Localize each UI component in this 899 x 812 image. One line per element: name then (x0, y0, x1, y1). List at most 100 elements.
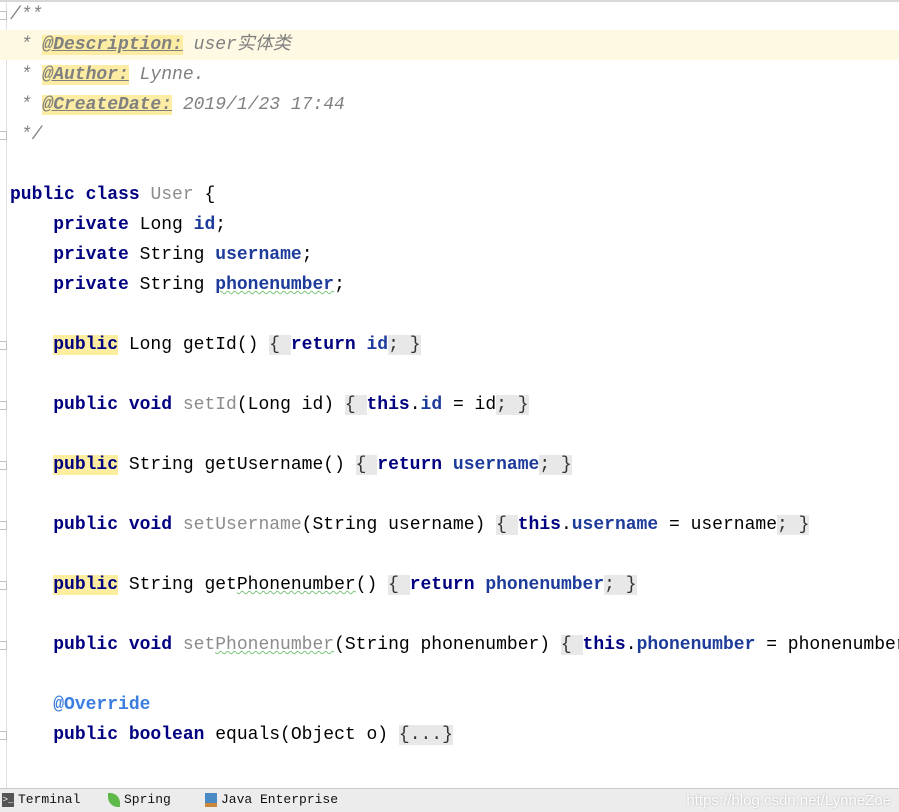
code-token: User (150, 185, 194, 205)
code-line[interactable]: @Override (0, 690, 899, 720)
code-token: ; (334, 275, 345, 295)
code-token: { (560, 635, 583, 655)
code-line[interactable] (0, 660, 899, 690)
code-line[interactable] (0, 300, 899, 330)
code-token: return (377, 455, 453, 475)
code-token: 2019/1/23 17:44 (172, 95, 345, 115)
code-line[interactable]: private Long id; (0, 210, 899, 240)
fold-toggle-icon[interactable] (0, 581, 7, 590)
code-token: username (571, 515, 659, 535)
code-token: ; } (539, 455, 572, 475)
code-token: Phonenumber (215, 635, 335, 655)
code-line[interactable]: * @Author: Lynne. (0, 60, 899, 90)
fold-toggle-icon[interactable] (0, 131, 7, 140)
code-line-text: public boolean equals(Object o) {...} (10, 720, 453, 750)
fold-toggle-icon[interactable] (0, 341, 7, 350)
code-line[interactable] (0, 150, 899, 180)
code-line[interactable]: public class User { (0, 180, 899, 210)
code-token: private (53, 275, 140, 295)
code-line[interactable] (0, 420, 899, 450)
code-token: {...} (398, 725, 453, 745)
code-line[interactable] (0, 480, 899, 510)
watermark: https://blog.csdn.net/LynneZoe (686, 792, 891, 809)
code-token: @Author: (42, 65, 129, 85)
code-line-text: public void setId(Long id) { this.id = i… (10, 390, 529, 420)
code-line[interactable]: * @Description: user实体类 (0, 30, 899, 60)
code-line[interactable]: public Long getId() { return id; } (0, 330, 899, 360)
code-token: . (409, 395, 421, 415)
code-line[interactable]: public boolean equals(Object o) {...} (0, 720, 899, 750)
code-token: */ (10, 125, 43, 145)
code-line[interactable]: public String getUsername() { return use… (0, 450, 899, 480)
code-editor[interactable]: /** * @Description: user实体类 * @Author: L… (0, 0, 899, 788)
fold-toggle-icon[interactable] (0, 731, 7, 740)
code-line-text: public class User { (10, 180, 215, 210)
code-line[interactable]: public void setPhonenumber(String phonen… (0, 630, 899, 660)
code-token: equals(Object o) (215, 725, 399, 745)
code-token: public (53, 575, 119, 595)
code-line[interactable]: private String username; (0, 240, 899, 270)
code-token: @CreateDate: (42, 95, 173, 115)
code-token: * (10, 65, 43, 85)
code-line[interactable]: public void setId(Long id) { this.id = i… (0, 390, 899, 420)
code-token: id (366, 335, 389, 355)
code-token: String (139, 275, 216, 295)
code-line[interactable] (0, 600, 899, 630)
code-line[interactable] (0, 540, 899, 570)
code-token: private (53, 245, 140, 265)
code-token: public class (10, 185, 151, 205)
code-line-text: * @Author: Lynne. (10, 60, 204, 90)
java-enterprise-tab[interactable]: Java Enterprise (205, 792, 338, 807)
spring-tab[interactable]: Spring (108, 792, 171, 807)
code-token: Phonenumber (236, 575, 356, 595)
code-token: Long getId() (118, 335, 270, 355)
code-token: (String phonenumber) (334, 635, 561, 655)
fold-toggle-icon[interactable] (0, 641, 7, 650)
code-token: { (269, 335, 291, 355)
code-line[interactable]: public void setUsername(String username)… (0, 510, 899, 540)
code-token: id (420, 395, 443, 415)
terminal-tab[interactable]: >_ Terminal (2, 792, 80, 807)
code-line-text: private String username; (10, 240, 313, 270)
fold-toggle-icon[interactable] (0, 401, 7, 410)
code-token: public void (53, 635, 183, 655)
code-token: public void (53, 515, 183, 535)
code-token: ; } (388, 335, 421, 355)
code-token: String get (118, 575, 237, 595)
code-line[interactable]: private String phonenumber; (0, 270, 899, 300)
code-token: return (290, 335, 367, 355)
code-line-text: public Long getId() { return id; } (10, 330, 421, 360)
java-enterprise-icon (205, 792, 217, 807)
code-token: public (53, 455, 119, 475)
code-token: ; } (604, 575, 637, 595)
code-token: phonenumber (215, 275, 335, 295)
code-token: = phonenumber (755, 635, 899, 655)
code-token: ; (301, 245, 313, 265)
code-token: this (366, 395, 410, 415)
terminal-label: Terminal (18, 792, 81, 807)
fold-toggle-icon[interactable] (0, 461, 7, 470)
code-line-text: @Override (10, 690, 150, 720)
code-token: * (10, 95, 43, 115)
code-token: public (53, 335, 119, 355)
code-line[interactable]: public String getPhonenumber() { return … (0, 570, 899, 600)
code-token: * (10, 35, 43, 55)
fold-toggle-icon[interactable] (0, 11, 7, 20)
code-line-text: * @Description: user实体类 (10, 30, 291, 60)
code-token: phonenumber (636, 635, 756, 655)
code-token: ; (215, 215, 227, 235)
code-token: setId (182, 395, 237, 415)
code-line[interactable] (0, 360, 899, 390)
code-token: /** (10, 5, 43, 25)
code-line[interactable]: /** (0, 2, 899, 30)
fold-toggle-icon[interactable] (0, 521, 7, 530)
code-line[interactable]: */ (0, 120, 899, 150)
code-line-text: * @CreateDate: 2019/1/23 17:44 (10, 90, 345, 120)
code-line[interactable]: * @CreateDate: 2019/1/23 17:44 (0, 90, 899, 120)
